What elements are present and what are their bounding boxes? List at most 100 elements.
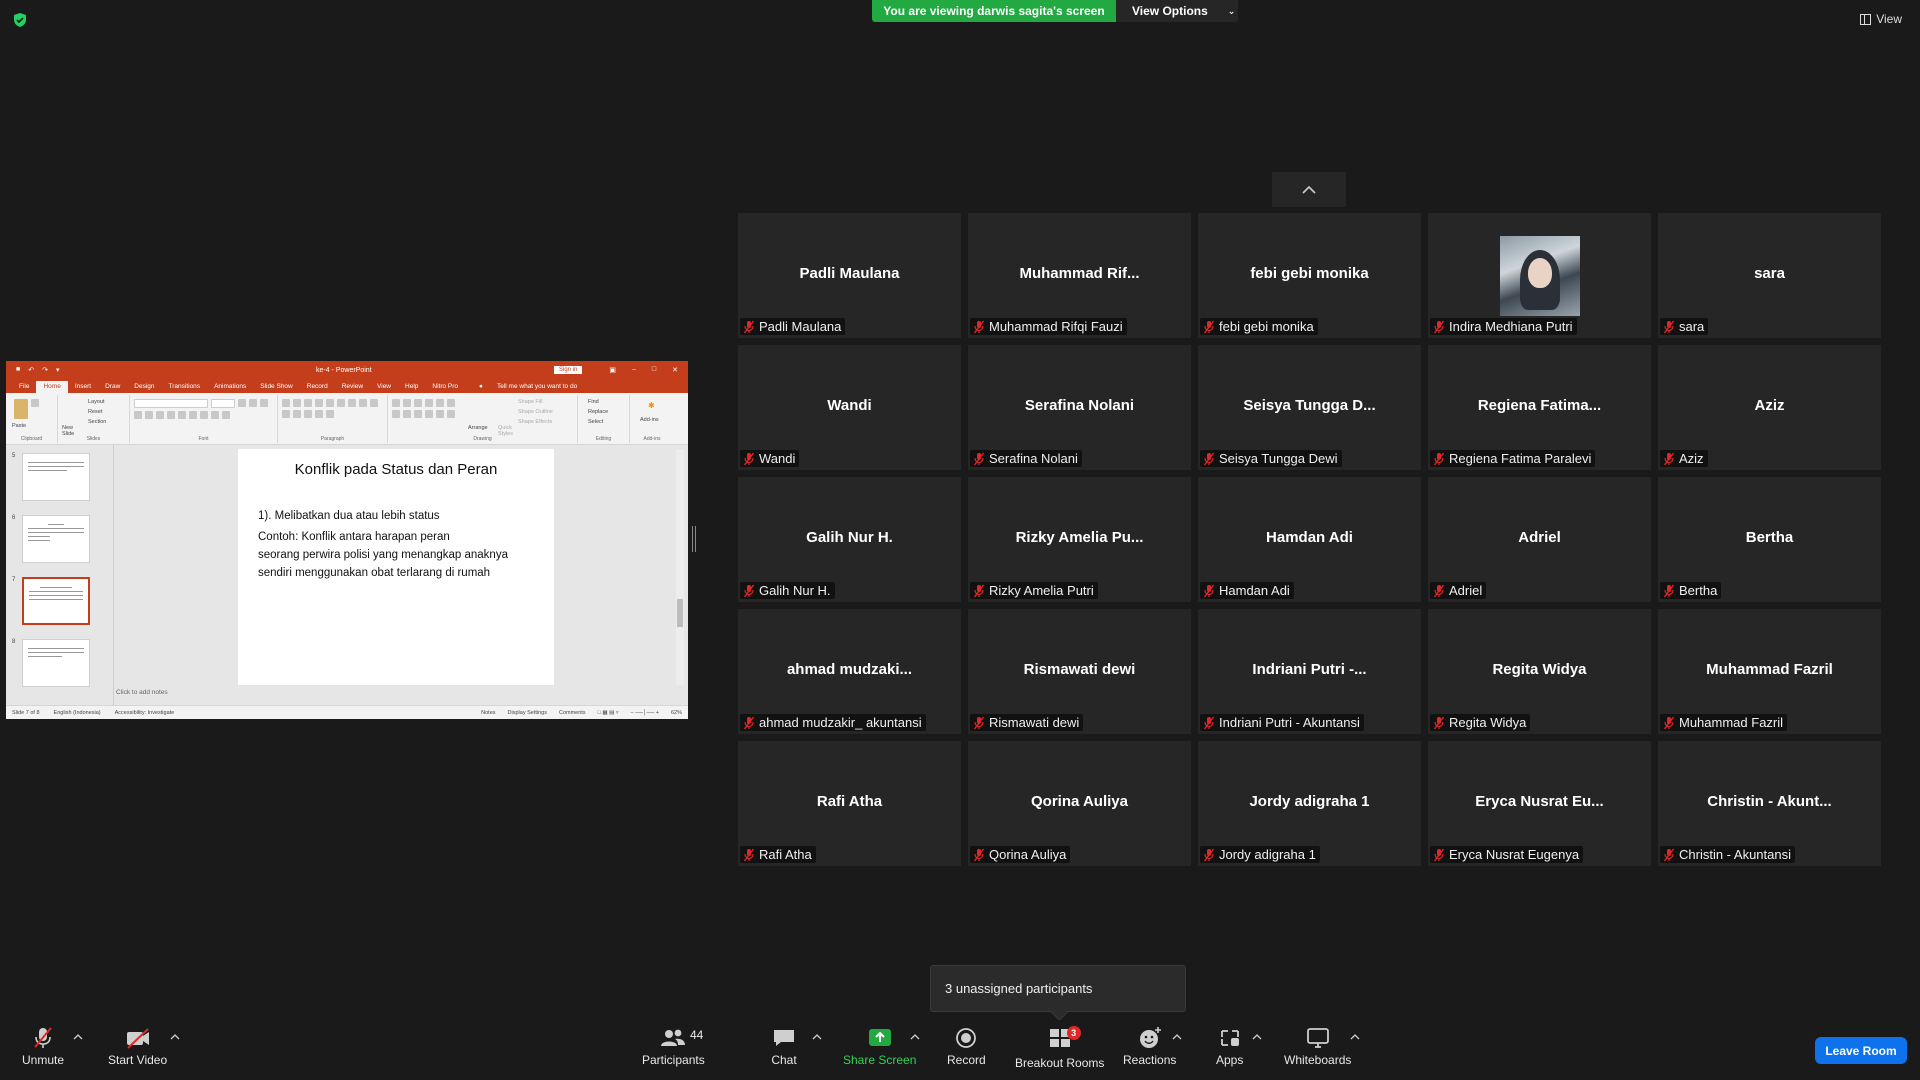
apps-options-caret-icon[interactable] [1252,1033,1262,1041]
participant-tile[interactable]: Indira Medhiana Putri [1428,213,1651,338]
participant-name: Rafi Atha [759,847,812,862]
apps-icon [1220,1030,1239,1046]
audio-options-caret-icon[interactable] [73,1033,83,1041]
unmute-button[interactable]: Unmute [22,1026,64,1067]
participant-name: Christin - Akuntansi [1679,847,1791,862]
participant-display-name: Serafina Nolani [1024,397,1135,414]
ppt-tab: Animations [214,383,247,390]
participants-icon [661,1029,686,1046]
participant-name: Serafina Nolani [989,451,1078,466]
participant-name-tag: Rismawati dewi [970,714,1084,731]
participant-tile[interactable]: Serafina Nolani Serafina Nolani [968,345,1191,470]
split-resize-handle[interactable] [692,526,696,552]
participant-tile[interactable]: Rismawati dewi Rismawati dewi [968,609,1191,734]
reactions-label: Reactions [1123,1053,1177,1067]
participant-tile[interactable]: Galih Nur H. Galih Nur H. [738,477,961,602]
participant-tile[interactable]: Padli Maulana Padli Maulana [738,213,961,338]
reactions-button[interactable]: Reactions [1123,1026,1176,1067]
ppt-tab: Help [405,383,419,390]
ribbon-group-label: Drawing [473,436,492,442]
reactions-options-caret-icon[interactable] [1172,1033,1182,1041]
participant-name-tag: Aziz [1660,450,1708,467]
shared-screen[interactable]: ■ ↶ ↷ ▾ ke-4 - PowerPoint Sign in ▣ – □ … [6,361,688,719]
view-buttons: □ ▦ ▤ ▿ [597,709,619,716]
participant-name: Aziz [1679,451,1704,466]
participant-tile[interactable]: Regita Widya Regita Widya [1428,609,1651,734]
participant-tile[interactable]: Aziz Aziz [1658,345,1881,470]
whiteboards-button[interactable]: Whiteboards [1284,1026,1351,1067]
participant-tile[interactable]: Wandi Wandi [738,345,961,470]
participant-name: Qorina Auliya [989,847,1067,862]
unmute-label: Unmute [22,1053,65,1067]
viewing-screen-banner: You are viewing darwis sagita's screen [872,0,1116,22]
chat-options-caret-icon[interactable] [812,1033,822,1041]
breakout-rooms-label: Breakout Rooms [1015,1056,1105,1070]
participant-name-tag: Eryca Nusrat Eugenya [1430,846,1584,863]
participant-tile[interactable]: Adriel Adriel [1428,477,1651,602]
start-video-button[interactable]: Start Video [108,1026,167,1067]
mic-muted-icon [1433,584,1445,597]
participant-name-tag: Regita Widya [1430,714,1531,731]
status-zoom: 62% [670,709,682,716]
apps-button[interactable]: Apps [1216,1026,1243,1067]
ppt-editor: 5 6 7 8 Konflik pada Status dan Peran 1)… [6,445,688,705]
share-screen-button[interactable]: Share Screen [843,1026,916,1067]
thumb-number: 8 [12,639,16,645]
participant-tile[interactable]: Regiena Fatima... Regiena Fatima Paralevi [1428,345,1651,470]
participant-tile[interactable]: febi gebi monika febi gebi monika [1198,213,1421,338]
security-shield-icon[interactable] [12,12,28,28]
participant-name-tag: Seisya Tungga Dewi [1200,450,1342,467]
view-options-button[interactable]: View Options ⌄ [1116,0,1238,22]
gallery-page-up-button[interactable] [1272,172,1346,207]
ppt-tab: Insert [74,383,92,390]
slide-body: 1). Melibatkan dua atau lebih status Con… [258,507,538,582]
meeting-toolbar: Unmute Start Video Participants 44 Chat … [0,1020,1920,1080]
breakout-rooms-button[interactable]: 3 Breakout Rooms [1015,1026,1104,1070]
participant-name: Seisya Tungga Dewi [1219,451,1338,466]
whiteboards-options-caret-icon[interactable] [1350,1033,1360,1041]
participant-tile[interactable]: Indriani Putri -... Indriani Putri - Akun… [1198,609,1421,734]
participant-name: Hamdan Adi [1219,583,1290,598]
thumb-number: 7 [12,577,16,583]
participant-name: Adriel [1449,583,1483,598]
participant-tile[interactable]: Christin - Akunt... Christin - Akuntansi [1658,741,1881,866]
participant-display-name: Seisya Tungga D... [1243,397,1376,414]
current-slide: Konflik pada Status dan Peran 1). Meliba… [238,449,554,685]
share-screen-label: Share Screen [843,1053,917,1067]
ppt-tell-me: Tell me what you want to do [496,383,578,390]
mic-muted-icon [743,452,755,465]
leave-room-button[interactable]: Leave Room [1815,1037,1907,1064]
participant-display-name: Muhammad Fazril [1706,661,1833,678]
ribbon-group-editing: Find Replace Select Editing [578,395,630,443]
video-options-caret-icon[interactable] [170,1033,180,1041]
mic-muted-icon [1203,848,1215,861]
participant-name-tag: Rafi Atha [740,846,816,863]
participant-name-tag: Bertha [1660,582,1722,599]
participant-name-tag: Serafina Nolani [970,450,1082,467]
participant-display-name: Aziz [1754,397,1785,414]
participant-tile[interactable]: Eryca Nusrat Eu... Eryca Nusrat Eugenya [1428,741,1651,866]
mic-muted-icon [973,452,985,465]
participant-tile[interactable]: Muhammad Fazril Muhammad Fazril [1658,609,1881,734]
participant-tile[interactable]: Muhammad Rif... Muhammad Rifqi Fauzi [968,213,1191,338]
participant-tile[interactable]: sara sara [1658,213,1881,338]
participant-tile[interactable]: Bertha Bertha [1658,477,1881,602]
view-layout-button[interactable]: View [1860,12,1902,26]
participant-tile[interactable]: Seisya Tungga D... Seisya Tungga Dewi [1198,345,1421,470]
chat-button[interactable]: Chat [771,1026,797,1067]
ppt-tab-active: Home [36,381,68,393]
status-language: English (Indonesia) [53,709,101,716]
record-button[interactable]: Record [947,1026,986,1067]
participant-tile[interactable]: ahmad mudzaki... ahmad mudzakir_ akuntans… [738,609,961,734]
participant-tile[interactable]: Qorina Auliya Qorina Auliya [968,741,1191,866]
participant-gallery: Padli Maulana Padli Maulana Muhammad Rif..… [738,213,1883,867]
share-options-caret-icon[interactable] [910,1033,920,1041]
participant-tile[interactable]: Rizky Amelia Pu... Rizky Amelia Putri [968,477,1191,602]
ppt-ribbon-tabs: File Home Insert Draw Design Transitions… [6,379,688,393]
participant-tile[interactable]: Jordy adigraha 1 Jordy adigraha 1 [1198,741,1421,866]
participant-name: Regiena Fatima Paralevi [1449,451,1592,466]
participant-tile[interactable]: Rafi Atha Rafi Atha [738,741,961,866]
participant-name-tag: Regiena Fatima Paralevi [1430,450,1596,467]
participant-name-tag: Padli Maulana [740,318,846,335]
participant-tile[interactable]: Hamdan Adi Hamdan Adi [1198,477,1421,602]
